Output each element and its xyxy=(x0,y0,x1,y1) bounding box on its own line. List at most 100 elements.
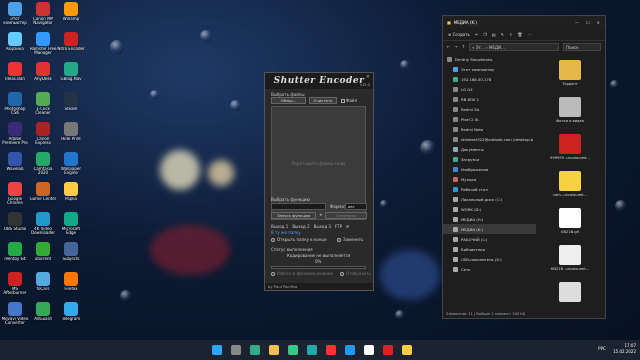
desktop-icon[interactable]: AnyDesk xyxy=(29,62,57,86)
desktop-icon[interactable]: Camtasia 2020 xyxy=(29,152,57,176)
desktop-icon[interactable]: Subjects xyxy=(57,242,85,266)
nav-item[interactable]: USB-накопитель (E:) xyxy=(443,254,536,264)
nav-item[interactable]: LG G4 xyxy=(443,84,536,94)
desktop-icon[interactable]: MS Afterburner xyxy=(1,272,29,296)
maximize-icon[interactable]: ☐ xyxy=(586,20,590,25)
desktop-icon[interactable]: Telegram xyxy=(57,302,85,326)
file-item[interactable] xyxy=(544,282,596,304)
paste-icon[interactable]: ▤ xyxy=(492,32,496,37)
desktop-icon[interactable]: Canon MP Navigator xyxy=(29,2,57,26)
file-item[interactable]: 999999 -uncoloured... xyxy=(544,134,596,160)
desktop-icon[interactable]: Корзина xyxy=(1,32,29,56)
taskbar-app-icon[interactable] xyxy=(212,345,222,355)
same-folder-label[interactable]: В ту же папку xyxy=(271,230,301,235)
desktop-icon[interactable]: Firefox xyxy=(57,272,85,296)
replace-radio[interactable] xyxy=(337,238,341,242)
nav-item[interactable]: РАБОЧИЙ (L:) xyxy=(443,234,536,244)
desktop-icon[interactable]: Adobe Premiere Pro xyxy=(1,122,29,146)
desktop-icon[interactable]: Movavi Video Converter xyxy=(1,302,29,326)
clock-date[interactable]: 15.02.2022 xyxy=(613,349,636,355)
taskbar-app-icon[interactable] xyxy=(383,345,393,355)
copy-icon[interactable]: ❐ xyxy=(483,32,487,37)
desktop-icon[interactable]: Canon Express xyxy=(29,122,57,146)
nav-item[interactable]: Локальный диск (C:) xyxy=(443,194,536,204)
desktop-icon[interactable]: AdGuard xyxy=(29,302,57,326)
taskbar-app-icon[interactable] xyxy=(345,345,355,355)
desktop-icon[interactable]: OBS Studio xyxy=(1,212,29,236)
shutter-title-bar[interactable]: Shutter Encoder v15.0 × xyxy=(265,73,373,89)
file-item[interactable]: Фотки и видео xyxy=(544,97,596,123)
nav-item[interactable]: Рабочий стол xyxy=(443,184,536,194)
file-checkbox[interactable] xyxy=(341,99,345,103)
desktop-icon[interactable]: Microsoft Edge xyxy=(57,212,85,236)
taskbar-app-icon[interactable] xyxy=(364,345,374,355)
browse-button[interactable]: Обзор... xyxy=(271,97,306,104)
more-icon[interactable]: ⋯ xyxy=(527,32,531,37)
nav-item[interactable]: МЕДИА (K:) xyxy=(443,224,536,234)
minimize-icon[interactable]: — xyxy=(575,20,579,25)
format-select[interactable]: авт xyxy=(345,203,367,210)
up-icon[interactable]: ↑ xyxy=(462,44,465,49)
file-item[interactable]: Торрент xyxy=(544,60,596,86)
desktop-icon[interactable]: Papka xyxy=(57,182,85,206)
forward-icon[interactable]: → xyxy=(454,44,457,49)
nav-item[interactable]: Redmi 5A xyxy=(443,104,536,114)
nav-item[interactable]: WORK (D:) xyxy=(443,204,536,214)
cancel-button[interactable]: Отменить xyxy=(325,212,367,219)
desktop-icon[interactable]: Google Chrome xyxy=(1,182,29,206)
background-radio[interactable] xyxy=(271,272,275,276)
nav-item[interactable]: Загрузки xyxy=(443,154,536,164)
delete-icon[interactable]: 🗑 xyxy=(517,32,522,37)
nav-item[interactable]: stridentt322@outlook.com (desktop-b xyxy=(443,134,536,144)
desktop-icon[interactable]: iVentoy 64 xyxy=(1,242,29,266)
clear-button[interactable]: Очистить xyxy=(309,97,337,104)
output-tab-ftp[interactable]: FTP xyxy=(335,224,342,229)
nav-item[interactable]: Этот компьютер xyxy=(443,64,536,74)
file-item[interactable]: com--uncoloured... xyxy=(544,171,596,197)
desktop-icon[interactable]: Nitro Encoder xyxy=(57,32,85,56)
file-item[interactable]: KN21B -uncoloured... xyxy=(544,245,596,271)
output-tab-3[interactable]: Выход 3 xyxy=(314,224,331,229)
nav-item[interactable]: Dmitriy Stonzhenko xyxy=(443,54,536,64)
close-icon[interactable]: × xyxy=(366,74,370,80)
desktop-icon[interactable]: Hamster Free Manager xyxy=(29,32,57,56)
nav-item[interactable]: RB BOX 2 xyxy=(443,94,536,104)
display-radio[interactable] xyxy=(340,272,344,276)
nav-item[interactable]: 192.168.50.178 xyxy=(443,74,536,84)
explorer-title-bar[interactable]: ■ МЕДИА (K:) — ☐ ✕ xyxy=(443,16,605,28)
desktop-icon[interactable]: Steam xyxy=(57,92,85,116)
desktop-icon[interactable]: 1-Click Cleaner xyxy=(29,92,57,116)
taskbar-app-icon[interactable] xyxy=(269,345,279,355)
star-icon[interactable]: ★ xyxy=(319,212,323,217)
share-icon[interactable]: ⇪ xyxy=(509,32,512,37)
language-indicator[interactable]: РУС xyxy=(598,346,606,351)
desktop-icon[interactable]: Ideas.Ban xyxy=(1,62,29,86)
output-tab-2[interactable]: Выход 2 xyxy=(292,224,309,229)
cut-icon[interactable]: ✂ xyxy=(475,32,478,37)
taskbar-app-icon[interactable] xyxy=(288,345,298,355)
desktop-icon[interactable]: Game Center xyxy=(29,182,57,206)
nav-item[interactable]: Pixel 2 XL xyxy=(443,114,536,124)
search-input[interactable]: Поиск xyxy=(563,42,601,51)
nav-item[interactable]: Сеть xyxy=(443,264,536,274)
taskbar-app-icon[interactable] xyxy=(250,345,260,355)
nav-item[interactable]: Библиотеки xyxy=(443,244,536,254)
close-icon[interactable]: ✕ xyxy=(597,20,600,25)
desktop-icon[interactable]: Этот компьютер xyxy=(1,2,29,26)
nav-item[interactable]: Документы xyxy=(443,144,536,154)
desktop-icon[interactable]: Hide Print xyxy=(57,122,85,146)
start-function-button[interactable]: Запуск функции xyxy=(271,212,316,219)
taskbar-app-icon[interactable] xyxy=(307,345,317,355)
address-bar[interactable]: « Эт... › МЕДИ... xyxy=(469,42,559,51)
back-icon[interactable]: ← xyxy=(447,44,450,49)
desktop-icon[interactable]: GBlog.Nav xyxy=(57,62,85,86)
desktop-icon[interactable]: utorrent xyxy=(29,242,57,266)
file-item[interactable]: KN21B.gif xyxy=(544,208,596,234)
desktop-icon[interactable]: Photoshop CS6 xyxy=(1,92,29,116)
taskbar-app-icon[interactable] xyxy=(326,345,336,355)
taskbar-app-icon[interactable] xyxy=(402,345,412,355)
function-select[interactable] xyxy=(271,203,326,210)
new-button[interactable]: ⊕ Создать xyxy=(448,32,470,37)
open-folder-radio[interactable] xyxy=(271,238,275,242)
desktop-icon[interactable]: Wallpaper Engine xyxy=(57,152,85,176)
